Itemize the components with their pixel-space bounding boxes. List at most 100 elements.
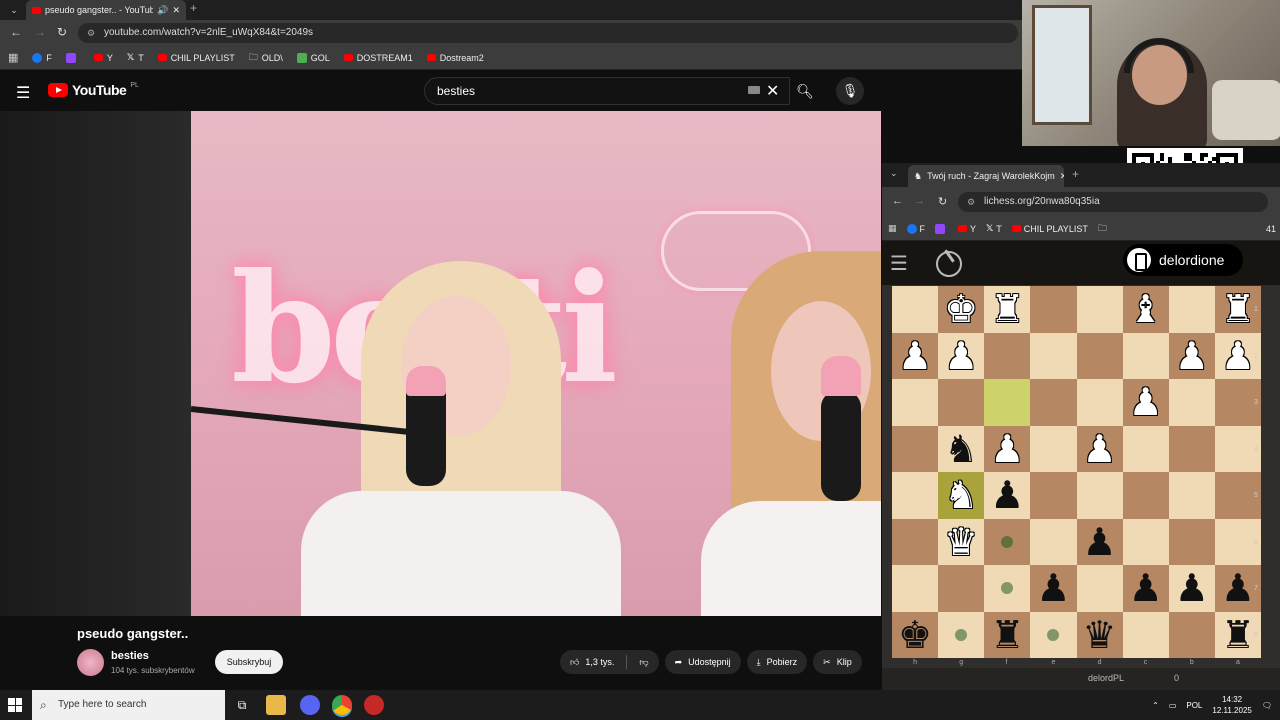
board-square[interactable] — [1122, 332, 1169, 379]
black-king-piece[interactable]: ♚ — [892, 612, 938, 659]
channel-avatar[interactable] — [77, 649, 104, 676]
back-arrow-icon[interactable]: ← — [892, 195, 903, 207]
board-square[interactable] — [1076, 286, 1123, 333]
board-square[interactable] — [1122, 425, 1169, 472]
board-square[interactable] — [1168, 518, 1215, 565]
bookmark-item[interactable]: 𝕏T — [986, 223, 1002, 234]
bookmark-overflow[interactable]: 41 — [1266, 224, 1280, 234]
clip-button[interactable]: ✂ Klip — [813, 650, 862, 674]
board-square[interactable] — [1030, 425, 1077, 472]
thumbs-down-icon[interactable]: 👎︎ — [639, 657, 648, 668]
subscribe-button[interactable]: Subskrybuj — [215, 650, 283, 674]
browser-tab-lichess[interactable]: ♞ Twój ruch - Zagraj WarolekKojm ✕ — [908, 165, 1064, 187]
black-pawn-piece[interactable]: ♟ — [1123, 565, 1169, 612]
bookmark-item[interactable]: 🗀 — [1098, 221, 1110, 237]
black-pawn-piece[interactable]: ♟ — [1169, 565, 1215, 612]
like-button[interactable]: 👍︎ 1,3 tys. 👎︎ — [560, 650, 659, 674]
board-square[interactable] — [1030, 332, 1077, 379]
chrome-icon[interactable] — [332, 695, 352, 715]
white-knight-piece[interactable]: ♞ — [938, 472, 984, 519]
black-pawn-piece[interactable]: ♟ — [984, 472, 1030, 519]
black-rook-piece[interactable]: ♜ — [984, 612, 1030, 659]
black-pawn-piece[interactable]: ♟ — [1030, 565, 1076, 612]
new-tab-button[interactable]: + — [190, 1, 197, 15]
white-king-piece[interactable]: ♚ — [938, 286, 984, 333]
notifications-icon[interactable]: 🗨︎ — [1262, 701, 1272, 710]
black-knight-piece[interactable]: ♞ — [938, 426, 984, 473]
board-square[interactable] — [1168, 379, 1215, 426]
white-pawn-piece[interactable]: ♟ — [1077, 426, 1123, 473]
white-pawn-piece[interactable]: ♟ — [984, 426, 1030, 473]
bookmark-item[interactable]: F — [906, 223, 925, 234]
board-square[interactable] — [1076, 379, 1123, 426]
board-square[interactable] — [892, 565, 939, 612]
language-indicator[interactable]: POL — [1186, 701, 1202, 710]
menu-icon[interactable]: ☰ — [16, 83, 30, 103]
task-view-icon[interactable]: ⧉ — [232, 695, 252, 715]
channel-name[interactable]: besties — [111, 650, 149, 662]
browser-tab-youtube[interactable]: pseudo gangster.. - YouTube 🔊 ✕ — [26, 0, 186, 20]
board-square[interactable] — [892, 286, 939, 333]
board-square[interactable] — [1076, 332, 1123, 379]
video-player[interactable]: besti — [191, 111, 881, 616]
download-button[interactable]: ⤓ Pobierz — [746, 650, 808, 674]
voice-search-button[interactable]: 🎙︎ — [836, 77, 864, 105]
url-field[interactable]: ⚙ youtube.com/watch?v=2nlE_uWqX84&t=2049… — [78, 23, 1018, 43]
taskbar-search[interactable]: ⌕ Type here to search — [32, 690, 225, 720]
windows-start-icon[interactable] — [8, 698, 22, 712]
file-explorer-icon[interactable] — [266, 695, 286, 715]
board-square[interactable] — [1122, 518, 1169, 565]
white-pawn-piece[interactable]: ♟ — [892, 333, 938, 380]
tab-search-chevron-icon[interactable]: ⌄ — [6, 2, 22, 18]
clear-search-icon[interactable]: ✕ — [766, 81, 779, 101]
forward-arrow-icon[interactable]: → — [34, 25, 46, 39]
player-name[interactable]: delordPL — [1088, 673, 1124, 683]
obs-icon[interactable] — [364, 695, 384, 715]
board-square[interactable] — [1076, 565, 1123, 612]
legal-move-dot[interactable] — [1001, 535, 1014, 548]
back-arrow-icon[interactable]: ← — [10, 25, 22, 39]
bookmark-item[interactable]: GOL — [296, 52, 330, 63]
reload-icon[interactable]: ↻ — [938, 195, 947, 208]
tray-chevron-icon[interactable]: ⌃ — [1152, 701, 1159, 710]
board-square[interactable] — [938, 565, 985, 612]
black-queen-piece[interactable]: ♛ — [1077, 612, 1123, 659]
board-square[interactable] — [892, 425, 939, 472]
white-pawn-piece[interactable]: ♟ — [938, 333, 984, 380]
chess-board[interactable]: ♚ ♜ ♝ ♜ ♟ ♟ ♟ ♟ ♟ ♞ ♟ ♟ ♞ ♟ ♛ ♟ ♟ ♟ ♟ ♟ ♚ ♜ ♛ ♜ 1 2 3 4 5 6 7 8 h g f e d c b a — [892, 286, 1261, 666]
lichess-logo-icon[interactable] — [936, 251, 962, 277]
board-square[interactable] — [938, 379, 985, 426]
site-info-icon[interactable]: ⚙ — [87, 23, 95, 43]
clock[interactable]: 14:32 12.11.2025 — [1212, 694, 1251, 716]
legal-move-dot[interactable] — [955, 628, 968, 641]
bookmark-item[interactable]: DOSTREAM1 — [343, 53, 413, 63]
tab-close-icon[interactable]: ✕ — [172, 5, 180, 16]
board-square[interactable] — [892, 379, 939, 426]
board-square[interactable] — [1030, 286, 1077, 333]
forward-arrow-icon[interactable]: → — [914, 195, 925, 207]
reload-icon[interactable]: ↻ — [57, 25, 67, 39]
board-square[interactable] — [1030, 379, 1077, 426]
bookmark-item[interactable]: Dostream2 — [426, 53, 484, 63]
tab-search-chevron-icon[interactable]: ⌄ — [890, 168, 898, 179]
search-input[interactable]: besties — [424, 77, 790, 105]
youtube-logo[interactable]: YouTube PL — [48, 82, 139, 98]
board-square[interactable] — [1076, 472, 1123, 519]
white-rook-piece[interactable]: ♜ — [984, 286, 1030, 333]
board-square[interactable] — [1122, 611, 1169, 658]
bookmark-item[interactable] — [935, 223, 948, 234]
board-square[interactable] — [984, 332, 1031, 379]
menu-icon[interactable]: ☰ — [890, 251, 908, 276]
board-square[interactable] — [1168, 286, 1215, 333]
bookmark-item[interactable] — [65, 52, 80, 63]
bookmark-item[interactable]: CHIL PLAYLIST — [157, 53, 235, 63]
board-square[interactable] — [1168, 472, 1215, 519]
board-square[interactable] — [1030, 472, 1077, 519]
white-pawn-piece[interactable]: ♟ — [1169, 333, 1215, 380]
tab-close-icon[interactable]: ✕ — [1060, 171, 1064, 182]
url-field[interactable]: ⚙ lichess.org/20nwa80q35ia — [958, 192, 1268, 212]
site-info-icon[interactable]: ⚙ — [967, 192, 975, 212]
search-button[interactable]: 🔍︎ — [790, 77, 820, 105]
white-queen-piece[interactable]: ♛ — [938, 519, 984, 566]
board-square[interactable] — [984, 379, 1031, 426]
